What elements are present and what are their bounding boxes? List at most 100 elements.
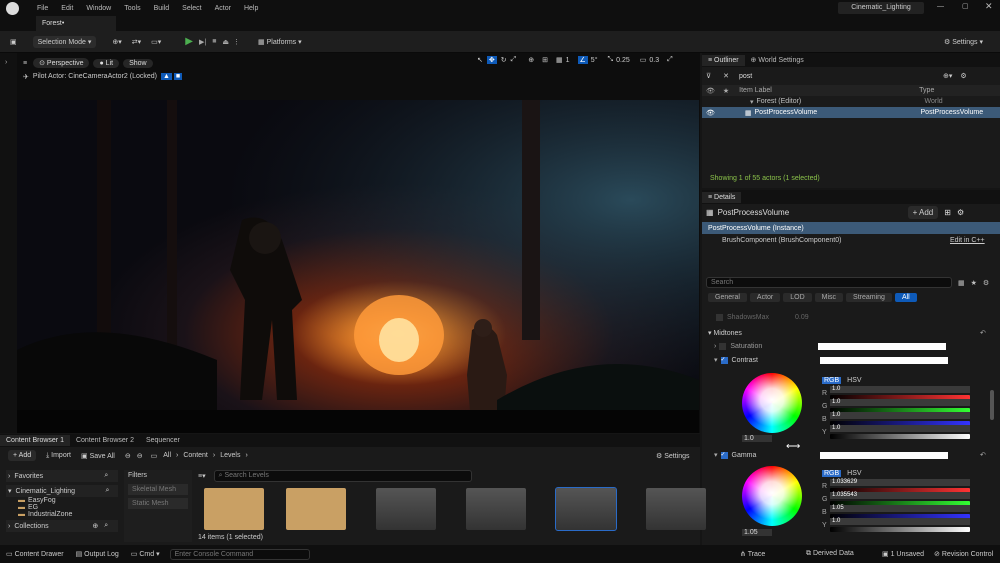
gamma-wheel[interactable]	[742, 463, 802, 526]
channel-value[interactable]: 1.033629	[830, 478, 970, 486]
channel-value[interactable]: 1.0	[830, 424, 970, 432]
move-tool-icon[interactable]: ✥	[486, 56, 497, 64]
add-actor-icon[interactable]: ⊕▾	[112, 38, 121, 46]
eject-pilot-icon[interactable]: ▲	[160, 73, 172, 80]
console-input[interactable]: Enter Console Command	[169, 548, 310, 560]
expand-icon[interactable]: ▾	[750, 98, 754, 106]
category-actor[interactable]: Actor	[749, 293, 781, 302]
eject-icon[interactable]: ⏏	[222, 38, 229, 46]
scale-snap-icon[interactable]: ⤡	[608, 56, 614, 64]
filter-static-mesh[interactable]: Static Mesh	[128, 498, 188, 509]
gamma-swatch[interactable]	[819, 451, 948, 459]
menu-item-help[interactable]: Help	[244, 5, 258, 12]
world-icon[interactable]: ⊕	[528, 56, 534, 64]
search-icon[interactable]: ⌕	[104, 472, 108, 480]
asset-folder[interactable]	[286, 488, 346, 530]
reset-icon[interactable]: ↶	[980, 329, 986, 337]
collections-header[interactable]: › Collections ⊕ ⌕	[6, 520, 118, 532]
output-log-button[interactable]: ▤ Output Log	[76, 550, 119, 558]
reset-icon[interactable]: ↶	[980, 451, 986, 459]
midtones-header[interactable]: ▾ Midtones	[708, 329, 742, 337]
favorites-icon[interactable]: ★	[971, 279, 977, 287]
contrast-wheel[interactable]	[742, 370, 802, 433]
minimize-icon[interactable]: —	[937, 3, 944, 10]
category-all[interactable]: All	[894, 293, 917, 302]
folder-item[interactable]: ▬ EG	[18, 504, 118, 511]
filter-skeletal-mesh[interactable]: Skeletal Mesh	[128, 484, 188, 495]
settings-button[interactable]: ⚙ Settings ▾	[944, 38, 983, 46]
scale-tool-icon[interactable]: ⤢	[511, 56, 517, 64]
tab-world-settings[interactable]: ⊕ World Settings	[745, 54, 810, 66]
channel-value[interactable]: 1.0	[830, 398, 970, 406]
search-icon[interactable]: ⌕	[106, 487, 110, 495]
angle-snap-icon[interactable]: ∠	[577, 56, 588, 64]
import-button[interactable]: ⤓ Import	[46, 452, 71, 460]
filter-icon[interactable]: ≡▾	[198, 472, 206, 480]
menu-item-edit[interactable]: Edit	[61, 5, 73, 12]
asset-level[interactable]	[376, 488, 436, 530]
outliner-search-input[interactable]: post	[735, 72, 935, 81]
category-lod[interactable]: LOD	[783, 293, 812, 302]
category-misc[interactable]: Misc	[814, 293, 844, 302]
revision-control-button[interactable]: ⊘ Revision Control	[934, 550, 993, 558]
actor-name[interactable]: PostProcessVolume	[718, 208, 908, 217]
viewport-scene[interactable]	[17, 100, 699, 433]
blueprint-icon[interactable]: ▭▾	[151, 38, 161, 46]
channel-value[interactable]: 1.0	[830, 385, 970, 393]
outliner-row-postprocess[interactable]: 👁 ▦ PostProcessVolume PostProcessVolume	[702, 107, 1000, 118]
add-button[interactable]: + Add	[8, 450, 37, 461]
asset-search-input[interactable]: ⌕ Search Levels	[213, 470, 472, 482]
show-button[interactable]: Show	[123, 58, 153, 68]
clear-search-icon[interactable]: ✕	[723, 72, 729, 80]
col-type[interactable]: Type	[919, 87, 934, 94]
perspective-button[interactable]: ⊙ Perspective	[33, 58, 90, 68]
breadcrumb-item[interactable]: Levels	[220, 452, 240, 459]
menu-item-tools[interactable]: Tools	[124, 5, 140, 12]
unreal-logo-icon[interactable]	[6, 1, 19, 15]
pin-icon[interactable]: ★	[723, 87, 729, 95]
category-streaming[interactable]: Streaming	[846, 293, 892, 302]
table-view-icon[interactable]: ▦	[958, 279, 965, 287]
sidebar-toggle-icon[interactable]: ›	[5, 59, 17, 66]
menu-item-select[interactable]: Select	[182, 5, 201, 12]
channel-value[interactable]: 1.0	[830, 411, 970, 419]
search-icon[interactable]: ⌕	[104, 522, 108, 530]
category-general[interactable]: General	[708, 293, 747, 302]
expand-icon[interactable]: ▾	[714, 356, 718, 364]
menu-item-window[interactable]: Window	[86, 5, 111, 12]
step-icon[interactable]: ▶|	[199, 38, 206, 46]
channel-value[interactable]: 1.0	[830, 517, 970, 525]
trace-button[interactable]: ⋔ Trace	[740, 550, 765, 558]
add-collection-icon[interactable]: ⊕	[92, 522, 98, 530]
add-filter-icon[interactable]: ⊕▾	[943, 72, 952, 80]
play-options-icon[interactable]: ⋮	[233, 38, 240, 46]
col-item-label[interactable]: Item Label	[739, 87, 919, 94]
gamma-checkbox[interactable]: ✓	[720, 451, 728, 459]
project-header[interactable]: ▾ Cinematic_Lighting ⌕	[6, 485, 118, 497]
asset-level[interactable]	[466, 488, 526, 530]
close-icon[interactable]: ✕	[985, 1, 993, 12]
favorites-header[interactable]: › Favorites ⌕	[6, 470, 118, 482]
breadcrumb-item[interactable]: Content	[183, 452, 208, 459]
menu-item-file[interactable]: File	[37, 5, 48, 12]
expand-icon[interactable]: ▾	[714, 451, 718, 459]
cb-settings-button[interactable]: ⚙ Settings	[656, 452, 690, 460]
asset-level[interactable]	[555, 487, 617, 531]
angle-value[interactable]: 5°	[591, 57, 598, 64]
lit-button[interactable]: ● Lit	[93, 58, 120, 68]
gamma-wheel-value[interactable]: 1.05	[742, 529, 772, 536]
rotate-tool-icon[interactable]: ↻	[501, 56, 507, 64]
details-search-input[interactable]: Search	[706, 277, 952, 288]
rgb-toggle[interactable]: RGB	[822, 377, 842, 384]
saturation-swatch[interactable]	[818, 343, 947, 350]
history-back-icon[interactable]: ⊖	[125, 452, 131, 460]
camera-speed-value[interactable]: 0.3	[649, 57, 659, 64]
level-tab[interactable]: Forest•	[36, 16, 116, 31]
maximize-viewport-icon[interactable]: ⤢	[667, 56, 673, 64]
hsv-toggle[interactable]: HSV	[847, 470, 861, 477]
surface-snap-icon[interactable]: ⊞	[542, 56, 548, 64]
shadows-max-value[interactable]: 0.09	[795, 314, 809, 321]
visibility-icon[interactable]: 👁	[706, 87, 715, 95]
contrast-wheel-value[interactable]: 1.0	[742, 435, 772, 442]
expand-icon[interactable]: ›	[714, 343, 716, 350]
